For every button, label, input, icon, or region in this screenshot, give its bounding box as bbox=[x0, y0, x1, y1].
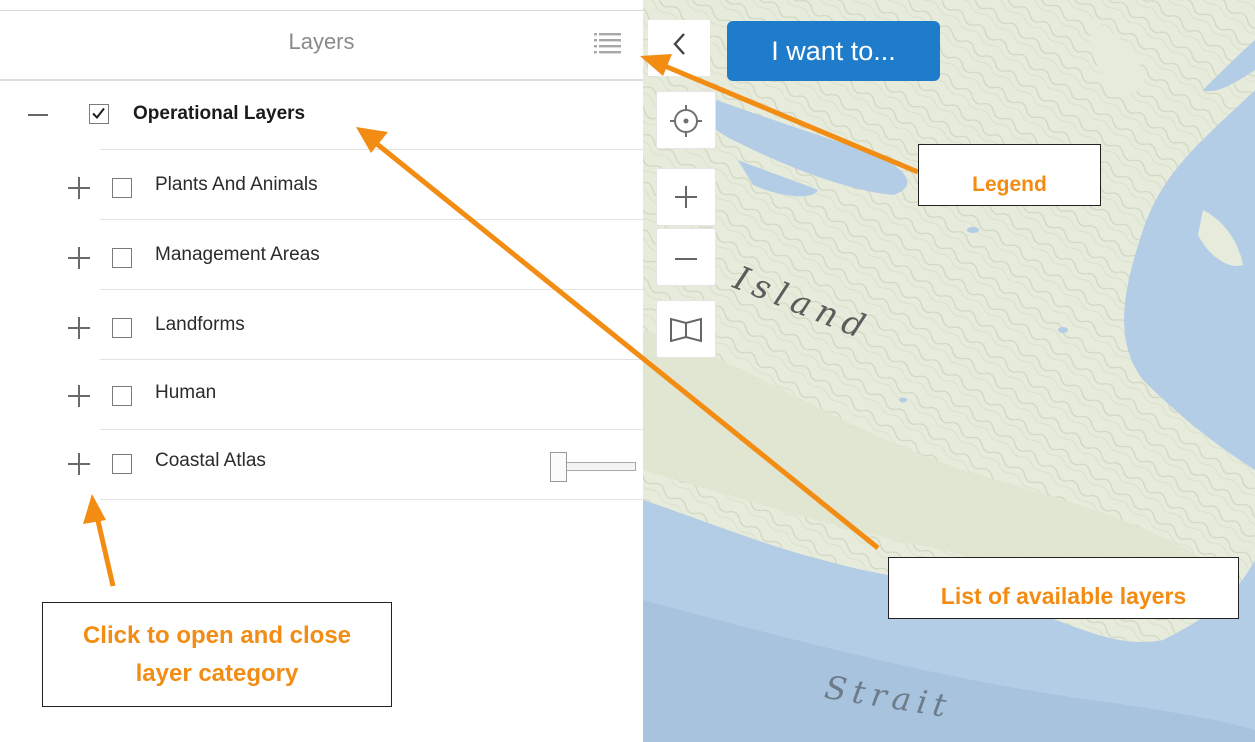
plus-icon bbox=[68, 247, 90, 269]
expand-toggle[interactable] bbox=[65, 362, 93, 430]
check-icon bbox=[92, 107, 105, 120]
legend-button[interactable] bbox=[590, 29, 626, 59]
book-icon bbox=[670, 317, 702, 343]
collapse-panel-button[interactable] bbox=[648, 20, 710, 76]
row-divider bbox=[100, 429, 643, 430]
checkbox-management-areas[interactable] bbox=[112, 248, 132, 268]
bookmarks-button[interactable] bbox=[656, 300, 716, 358]
i-want-to-button[interactable]: I want to... bbox=[727, 21, 940, 81]
opacity-slider[interactable] bbox=[550, 452, 636, 482]
checkbox-plants-and-animals[interactable] bbox=[112, 178, 132, 198]
panel-title: Layers bbox=[288, 29, 355, 54]
row-divider bbox=[100, 289, 643, 290]
list-icon bbox=[594, 33, 621, 54]
layer-item-plants-and-animals: Plants And Animals bbox=[0, 152, 643, 220]
row-divider bbox=[100, 359, 643, 360]
layer-label: Human bbox=[155, 382, 217, 403]
layer-group-operational: Operational Layers bbox=[0, 82, 643, 150]
annotation-layers-list: List of available layers bbox=[888, 557, 1239, 619]
layer-label: Landforms bbox=[155, 314, 245, 335]
expand-toggle[interactable] bbox=[65, 152, 93, 220]
annotation-line-2: layer category bbox=[135, 660, 299, 687]
crosshair-icon bbox=[670, 105, 702, 137]
plus-icon bbox=[68, 385, 90, 407]
layer-label: Management Areas bbox=[155, 244, 320, 265]
row-divider bbox=[100, 149, 643, 150]
row-divider bbox=[100, 499, 643, 500]
zoom-out-button[interactable] bbox=[656, 228, 716, 286]
map-view[interactable]: Island Strait bbox=[643, 0, 1255, 742]
plus-icon bbox=[68, 453, 90, 475]
layer-label-operational: Operational Layers bbox=[133, 103, 306, 124]
row-divider bbox=[100, 219, 643, 220]
layer-item-landforms: Landforms bbox=[0, 292, 643, 360]
expand-toggle[interactable] bbox=[65, 292, 93, 360]
layer-item-human: Human bbox=[0, 362, 643, 430]
chevron-left-icon bbox=[673, 33, 685, 55]
collapse-toggle[interactable] bbox=[24, 82, 52, 150]
minus-icon bbox=[28, 114, 48, 116]
basemap[interactable] bbox=[643, 0, 1255, 742]
layer-item-management-areas: Management Areas bbox=[0, 222, 643, 290]
layer-label: Plants And Animals bbox=[155, 174, 318, 195]
plus-icon bbox=[68, 177, 90, 199]
slider-track[interactable] bbox=[562, 462, 636, 471]
panel-header: Layers bbox=[0, 11, 643, 81]
expand-toggle[interactable] bbox=[65, 432, 93, 500]
zoom-out-icon bbox=[675, 258, 697, 260]
annotation-line-1: Click to open and close bbox=[82, 622, 352, 649]
checkbox-human[interactable] bbox=[112, 386, 132, 406]
checkbox-coastal-atlas[interactable] bbox=[112, 454, 132, 474]
zoom-in-icon bbox=[675, 186, 697, 208]
my-location-button[interactable] bbox=[656, 91, 716, 149]
annotation-legend: Legend bbox=[918, 144, 1101, 206]
expand-toggle[interactable] bbox=[65, 222, 93, 290]
slider-handle[interactable] bbox=[550, 452, 567, 482]
annotation-layer-category: Click to open and close layer category bbox=[42, 602, 392, 707]
zoom-in-button[interactable] bbox=[656, 168, 716, 226]
checkbox-operational-layers[interactable] bbox=[89, 104, 109, 124]
checkbox-landforms[interactable] bbox=[112, 318, 132, 338]
layer-item-coastal-atlas: Coastal Atlas bbox=[0, 432, 643, 500]
layer-label: Coastal Atlas bbox=[155, 450, 266, 471]
plus-icon bbox=[68, 317, 90, 339]
